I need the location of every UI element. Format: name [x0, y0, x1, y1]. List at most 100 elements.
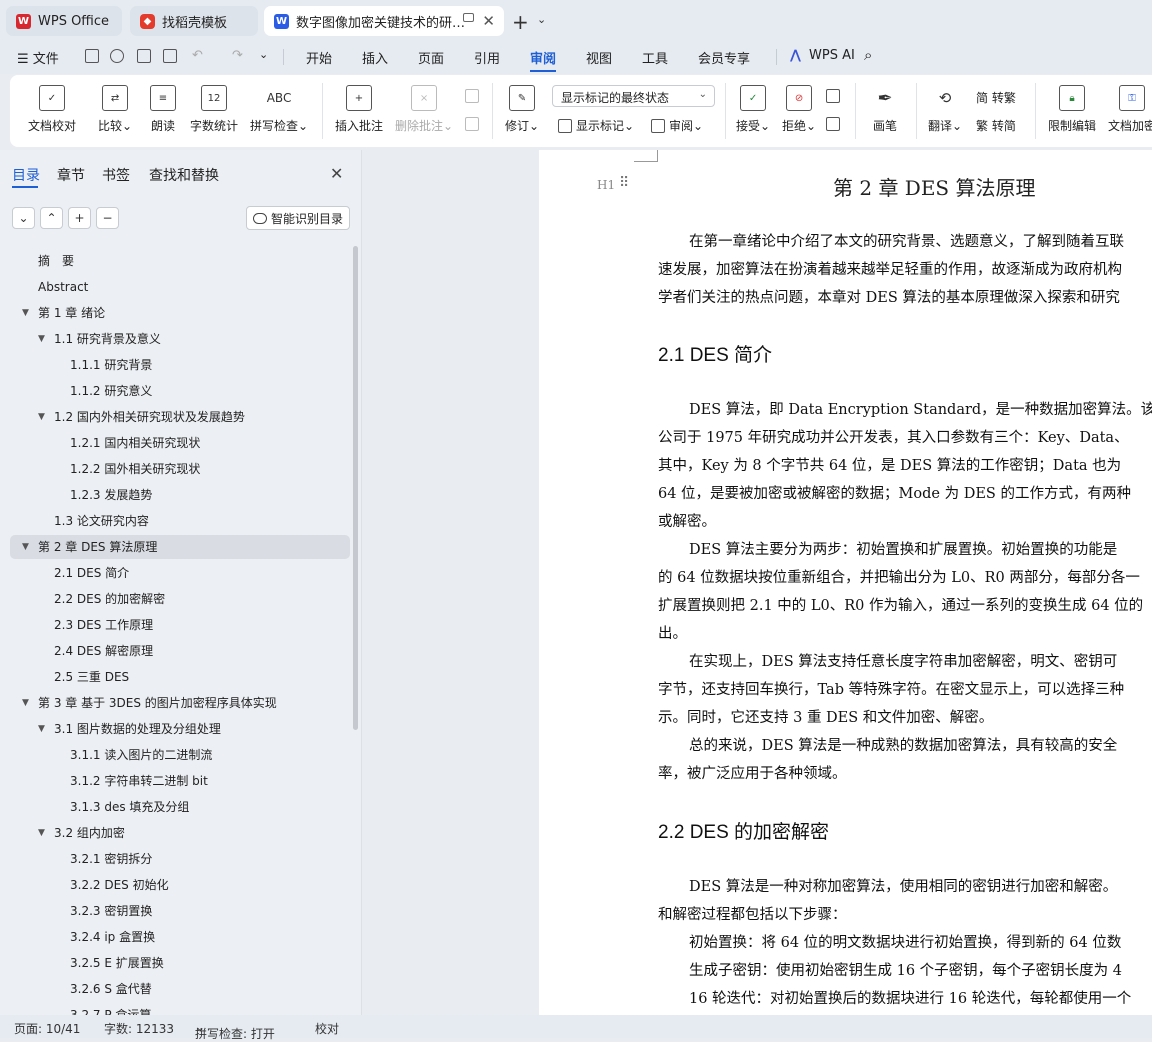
expand-triangle-icon[interactable]: ▼	[22, 536, 29, 558]
drag-handle-icon[interactable]: ⠿	[619, 175, 629, 191]
delete-comment-button[interactable]: × 删除批注⌄	[395, 75, 453, 134]
toc-item[interactable]: 3.2.6 S 盒代替	[70, 978, 152, 1000]
toc-item[interactable]: ▼ 1.2 国内外相关研究现状及发展趋势	[38, 406, 245, 428]
chevron-down-icon[interactable]: ⌄	[537, 13, 546, 26]
print-preview-icon[interactable]	[163, 49, 177, 63]
proofread-indicator[interactable]: 校对	[315, 1020, 339, 1037]
undo-icon[interactable]: ↶	[192, 48, 203, 63]
insert-comment-button[interactable]: + 插入批注	[335, 75, 383, 134]
print-icon[interactable]	[137, 49, 151, 63]
toc-item[interactable]: 3.1.3 des 填充及分组	[70, 796, 189, 818]
smart-toc-button[interactable]: 智能识别目录	[246, 206, 350, 230]
toc-item[interactable]: 1.2.2 国外相关研究现状	[70, 458, 200, 480]
spell-check-button[interactable]: ABC 拼写检查⌄	[250, 75, 308, 134]
toc-item[interactable]: ▼ 3.2 组内加密	[38, 822, 125, 844]
doc-encrypt-button[interactable]: ⚿ 文档加密	[1108, 75, 1152, 134]
nav-tab-sections[interactable]: 章节	[57, 165, 85, 185]
toc-item[interactable]: ▼ 第 3 章 基于 3DES 的图片加密程序具体实现	[22, 692, 277, 714]
compare-button[interactable]: ⇄ 比较⌄	[98, 75, 132, 134]
redo-icon[interactable]: ↷	[232, 48, 243, 63]
toc-item[interactable]: 2.3 DES 工作原理	[54, 614, 153, 636]
toc-item[interactable]: ▼ 3.1 图片数据的处理及分组处理	[38, 718, 221, 740]
close-icon[interactable]: ✕	[330, 164, 343, 183]
menu-references[interactable]: 引用	[474, 48, 500, 67]
expand-triangle-icon[interactable]: ▼	[38, 718, 45, 740]
add-heading-button[interactable]: +	[68, 207, 91, 229]
expand-triangle-icon[interactable]: ▼	[22, 302, 29, 324]
toc-item[interactable]: Abstract	[38, 276, 88, 298]
menu-page[interactable]: 页面	[418, 48, 444, 67]
menu-file[interactable]: ☰ 文件	[17, 48, 59, 67]
menu-view[interactable]: 视图	[586, 48, 612, 67]
remove-heading-button[interactable]: −	[96, 207, 119, 229]
monitor-icon[interactable]	[463, 13, 474, 22]
prev-change-icon[interactable]	[826, 89, 844, 103]
toc-item[interactable]: 3.2.5 E 扩展置换	[70, 952, 164, 974]
heading-level-marker[interactable]: H1	[597, 178, 615, 192]
search-icon[interactable]: ⌕	[864, 46, 872, 64]
toc-item[interactable]: 1.3 论文研究内容	[54, 510, 149, 532]
ink-button[interactable]: ✒ 画笔	[872, 75, 898, 134]
toc-item[interactable]: 3.2.2 DES 初始化	[70, 874, 169, 896]
menu-review[interactable]: 审阅	[530, 48, 556, 67]
expand-triangle-icon[interactable]: ▼	[22, 692, 29, 714]
expand-triangle-icon[interactable]: ▼	[38, 328, 45, 350]
nav-scrollbar[interactable]	[353, 246, 358, 730]
menu-tools[interactable]: 工具	[642, 48, 668, 67]
toc-item[interactable]: 3.2.7 P 盒运算	[70, 1004, 151, 1015]
translate-button[interactable]: ⟲ 翻译⌄	[928, 75, 962, 134]
toc-item[interactable]: 摘 要	[38, 250, 74, 272]
track-changes-button[interactable]: ✎ 修订⌄	[505, 75, 539, 134]
toc-item[interactable]: 3.2.4 ip 盒置换	[70, 926, 155, 948]
toc-item[interactable]: 3.2.1 密钥拆分	[70, 848, 152, 870]
markup-state-select[interactable]: 显示标记的最终状态 ⌄	[552, 85, 715, 107]
tab-docer-templates[interactable]: ◆ 找稻壳模板	[130, 6, 258, 36]
toc-item[interactable]: 2.2 DES 的加密解密	[54, 588, 165, 610]
to-traditional-button[interactable]: 简 转繁	[976, 89, 1016, 106]
close-icon[interactable]: ✕	[482, 12, 495, 30]
toc-item[interactable]: 3.2.3 密钥置换	[70, 900, 152, 922]
toc-item[interactable]: 2.5 三重 DES	[54, 666, 129, 688]
menu-home[interactable]: 开始	[306, 48, 332, 67]
wps-ai-button[interactable]: WPS AI	[809, 48, 855, 63]
menu-insert[interactable]: 插入	[362, 48, 388, 67]
word-count-button[interactable]: 12 字数统计	[190, 75, 238, 134]
toc-item[interactable]: ▼ 第 1 章 绪论	[22, 302, 105, 324]
next-change-icon[interactable]	[826, 117, 844, 131]
collapse-up-button[interactable]: ⌃	[40, 207, 63, 229]
new-tab-plus-icon[interactable]: +	[512, 10, 529, 34]
menu-member[interactable]: 会员专享	[698, 48, 750, 67]
toc-item[interactable]: 1.2.1 国内相关研究现状	[70, 432, 200, 454]
doc-proofread-button[interactable]: ✓ 文档校对	[28, 75, 76, 134]
tab-wps-office[interactable]: W WPS Office	[6, 6, 122, 36]
toc-item[interactable]: ▼ 1.1 研究背景及意义	[38, 328, 161, 350]
toc-item[interactable]: 3.1.2 字符串转二进制 bit	[70, 770, 208, 792]
nav-tab-find-replace[interactable]: 查找和替换	[149, 165, 219, 185]
expand-triangle-icon[interactable]: ▼	[38, 822, 45, 844]
toc-item[interactable]: 2.4 DES 解密原理	[54, 640, 153, 662]
show-markup-button[interactable]: 显示标记 ⌄	[558, 117, 634, 134]
nav-tab-bookmarks[interactable]: 书签	[102, 165, 130, 185]
page-indicator[interactable]: 页面: 10/41	[14, 1020, 80, 1037]
toc-item[interactable]: 2.1 DES 简介	[54, 562, 129, 584]
wps-ai-icon[interactable]: ⋀	[790, 48, 801, 63]
save-icon[interactable]	[85, 49, 99, 63]
word-count-indicator[interactable]: 字数: 12133	[104, 1020, 174, 1037]
expand-down-button[interactable]: ⌄	[12, 207, 35, 229]
toc-item[interactable]: 1.1.2 研究意义	[70, 380, 152, 402]
reject-button[interactable]: ⊘ 拒绝⌄	[782, 75, 816, 134]
read-aloud-button[interactable]: ≡ 朗读	[150, 75, 176, 134]
review-pane-button[interactable]: 审阅 ⌄	[651, 117, 703, 134]
link-icon[interactable]	[110, 49, 124, 63]
next-comment-icon[interactable]	[465, 117, 483, 131]
quick-access-more-icon[interactable]: ⌄	[259, 48, 268, 61]
restrict-editing-button[interactable]: 🔒︎ 限制编辑	[1048, 75, 1096, 134]
toc-item[interactable]: 1.1.1 研究背景	[70, 354, 152, 376]
document-page[interactable]: H1 ⠿ 第 2 章 DES 算法原理 在第一章绪论中介绍了本文的研究背景、选题…	[539, 150, 1152, 1015]
toc-item[interactable]: 3.1.1 读入图片的二进制流	[70, 744, 212, 766]
spell-check-indicator[interactable]: 拼写检查: 打开 ⌄	[195, 1020, 275, 1041]
toc-item[interactable]: 1.2.3 发展趋势	[70, 484, 152, 506]
accept-button[interactable]: ✓ 接受⌄	[736, 75, 770, 134]
toc-item[interactable]: ▼ 第 2 章 DES 算法原理	[22, 536, 157, 558]
nav-tab-toc[interactable]: 目录	[12, 165, 40, 185]
